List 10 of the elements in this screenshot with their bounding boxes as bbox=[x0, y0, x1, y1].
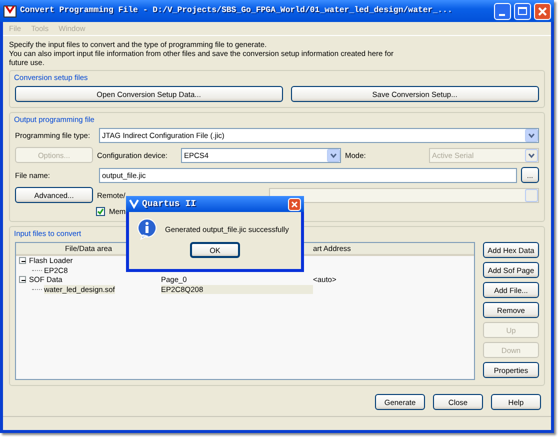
window-title: Convert Programming File - D:/V_Projects/SBS_Go_FPGA_World/01_water_led_design/water_... bbox=[20, 6, 454, 16]
app-icon bbox=[3, 4, 17, 18]
collapse-icon[interactable] bbox=[19, 257, 26, 264]
dialog-title: Quartus II bbox=[142, 198, 198, 210]
minimize-button[interactable] bbox=[494, 2, 511, 20]
collapse-icon[interactable] bbox=[19, 276, 26, 284]
app-icon bbox=[129, 199, 139, 209]
maximize-button[interactable] bbox=[514, 2, 531, 20]
checkbox[interactable] bbox=[96, 207, 105, 216]
info-icon bbox=[137, 218, 157, 240]
